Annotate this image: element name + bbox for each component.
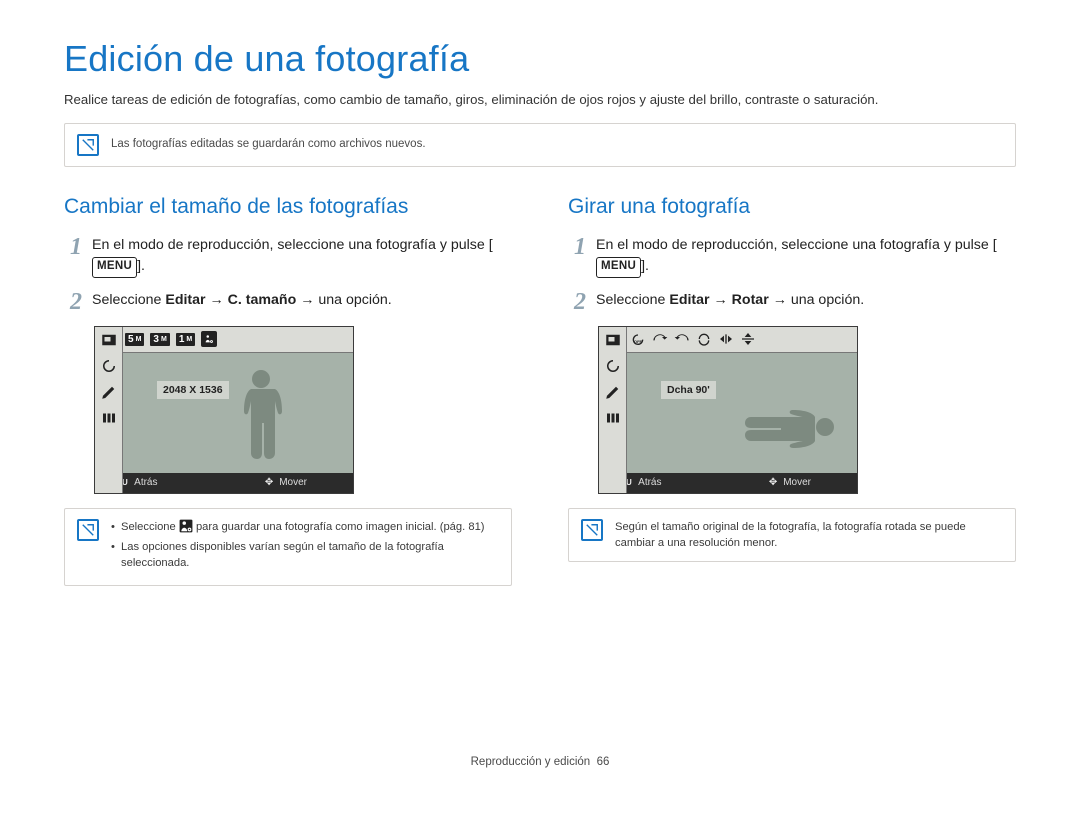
- manual-page: Edición de una fotografía Realice tareas…: [0, 0, 1080, 610]
- lcd-side-icons: [95, 327, 123, 493]
- rotate-section: Girar una fotografía 1 En el modo de rep…: [568, 195, 1016, 586]
- step-body: Seleccione Editar → Rotar → una opción.: [596, 290, 864, 311]
- pencil-icon: [100, 383, 118, 401]
- resize-icon: [100, 331, 118, 349]
- resize-icon: [604, 331, 622, 349]
- lcd-side-icons: [599, 327, 627, 493]
- resize-steps: 1 En el modo de reproducción, seleccione…: [64, 235, 512, 314]
- move-label: Mover: [279, 477, 307, 488]
- size-chip: 3M: [150, 333, 169, 346]
- page-title: Edición de una fotografía: [64, 38, 1016, 80]
- resize-lcd-preview: 5M 3M 1M 2048 X 1536 MENU Atrás: [94, 326, 512, 494]
- rotate-right-90-icon: [651, 331, 669, 347]
- content-columns: Cambiar el tamaño de las fotografías 1 E…: [64, 195, 1016, 586]
- lcd-rotation-label: Dcha 90': [661, 381, 716, 399]
- footnote-line: Las opciones disponibles varían según el…: [111, 539, 499, 571]
- lcd-bottom-bar: MENU Atrás ✥ Mover: [599, 473, 857, 493]
- move-label: Mover: [783, 477, 811, 488]
- footnote-line: Según el tamaño original de la fotografí…: [615, 519, 1003, 551]
- resize-step-1: 1 En el modo de reproducción, seleccione…: [64, 235, 512, 278]
- lcd-resolution-label: 2048 X 1536: [157, 381, 229, 399]
- top-note-text: Las fotografías editadas se guardarán co…: [111, 137, 426, 153]
- menu-button-label: MENU: [92, 257, 137, 277]
- resize-step-2: 2 Seleccione Editar → C. tamaño → una op…: [64, 290, 512, 314]
- step-body: En el modo de reproducción, seleccione u…: [596, 235, 1016, 278]
- rotate-steps: 1 En el modo de reproducción, seleccione…: [568, 235, 1016, 314]
- lcd-preview-area: 2048 X 1536: [123, 353, 353, 473]
- rotate-title: Girar una fotografía: [568, 195, 1016, 219]
- person-start-icon: [201, 331, 217, 347]
- footer-page-number: 66: [597, 756, 610, 768]
- rotate-lcd-preview: OFF Dcha 90': [598, 326, 1016, 494]
- person-silhouette-rotated: [697, 399, 837, 451]
- step-number: 2: [568, 290, 586, 314]
- rotate-step-1: 1 En el modo de reproducción, seleccione…: [568, 235, 1016, 278]
- rotate-left-90-icon: [673, 331, 691, 347]
- levels-icon: [100, 409, 118, 427]
- person-start-icon: [179, 519, 193, 533]
- rotate-icon: [604, 357, 622, 375]
- note-icon: [77, 134, 99, 156]
- step-number: 1: [568, 235, 586, 259]
- lcd-preview-area: Dcha 90': [627, 353, 857, 473]
- size-chip: 5M: [125, 333, 144, 346]
- step-body: Seleccione Editar → C. tamaño → una opci…: [92, 290, 392, 311]
- svg-text:OFF: OFF: [634, 339, 643, 344]
- rotate-icon: [100, 357, 118, 375]
- back-label: Atrás: [638, 477, 661, 488]
- footer-section: Reproducción y edición: [471, 756, 591, 768]
- page-lead: Realice tareas de edición de fotografías…: [64, 90, 1016, 109]
- resize-section: Cambiar el tamaño de las fotografías 1 E…: [64, 195, 512, 586]
- step-number: 1: [64, 235, 82, 259]
- pencil-icon: [604, 383, 622, 401]
- step-number: 2: [64, 290, 82, 314]
- rotate-180-icon: [695, 331, 713, 347]
- size-chip: 1M: [176, 333, 195, 346]
- person-silhouette: [233, 367, 289, 465]
- note-icon: [581, 519, 603, 541]
- step-body: En el modo de reproducción, seleccione u…: [92, 235, 512, 278]
- resize-title: Cambiar el tamaño de las fotografías: [64, 195, 512, 219]
- dpad-icon: ✥: [769, 477, 777, 488]
- dpad-icon: ✥: [265, 477, 273, 488]
- rotate-footnotes: Según el tamaño original de la fotografí…: [568, 508, 1016, 562]
- levels-icon: [604, 409, 622, 427]
- resize-footnotes: Seleccione para guardar una fotografía c…: [64, 508, 512, 587]
- rotate-off-icon: OFF: [629, 331, 647, 347]
- flip-horizontal-icon: [717, 331, 735, 347]
- flip-vertical-icon: [739, 331, 757, 347]
- note-icon: [77, 519, 99, 541]
- rotate-step-2: 2 Seleccione Editar → Rotar → una opción…: [568, 290, 1016, 314]
- lcd-top-bar: 5M 3M 1M: [95, 327, 353, 353]
- footnote-line: Seleccione para guardar una fotografía c…: [111, 519, 499, 535]
- lcd-bottom-bar: MENU Atrás ✥ Mover: [95, 473, 353, 493]
- page-footer: Reproducción y edición 66: [0, 756, 1080, 768]
- top-note-box: Las fotografías editadas se guardarán co…: [64, 123, 1016, 167]
- lcd-top-bar: OFF: [599, 327, 857, 353]
- menu-button-label: MENU: [596, 257, 641, 277]
- back-label: Atrás: [134, 477, 157, 488]
